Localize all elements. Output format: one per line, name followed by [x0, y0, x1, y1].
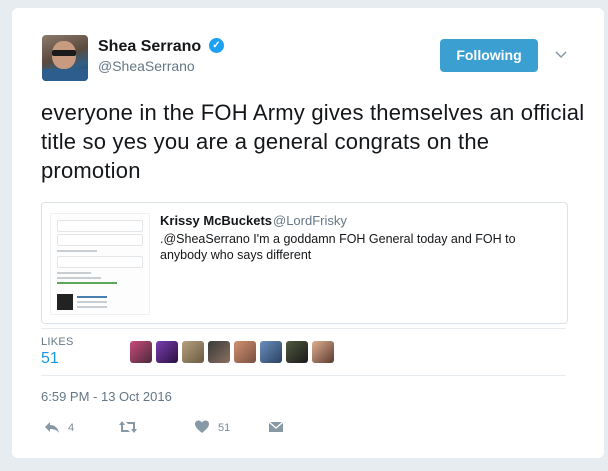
divider	[41, 328, 566, 329]
direct-message-icon	[268, 421, 284, 432]
tweet-text: everyone in the FOH Army gives themselve…	[41, 100, 585, 183]
reply-count: 4	[68, 422, 75, 434]
like-button[interactable]: 51	[194, 419, 240, 437]
liker-avatar[interactable]	[156, 341, 178, 363]
direct-message-button[interactable]	[268, 419, 288, 437]
divider	[41, 375, 566, 376]
like-count: 51	[218, 422, 231, 434]
liker-avatar[interactable]	[130, 341, 152, 363]
heart-icon	[195, 420, 209, 433]
reply-icon	[45, 422, 59, 433]
liker-avatar[interactable]	[182, 341, 204, 363]
chevron-down-icon[interactable]	[554, 47, 568, 61]
quoted-tweet-text: .@SheaSerrano I'm a goddamn FOH General …	[160, 232, 516, 262]
liker-avatar[interactable]	[208, 341, 230, 363]
reply-button[interactable]: 4	[44, 419, 84, 437]
tweet-timestamp[interactable]: 6:59 PM - 13 Oct 2016	[41, 389, 172, 404]
liker-avatar[interactable]	[260, 341, 282, 363]
retweet-icon	[119, 421, 137, 433]
likes-count[interactable]: 51	[41, 350, 59, 368]
tweet-card: Shea Serrano ✓ @SheaSerrano Following ev…	[12, 8, 604, 458]
verified-badge-icon: ✓	[209, 38, 224, 53]
quoted-author-handle[interactable]: @LordFrisky	[273, 213, 347, 228]
author-handle[interactable]: @SheaSerrano	[98, 58, 195, 74]
likes-label: LIKES	[41, 336, 74, 348]
retweet-button[interactable]	[118, 419, 158, 437]
liker-avatar[interactable]	[286, 341, 308, 363]
author-avatar[interactable]	[42, 35, 88, 81]
author-name[interactable]: Shea Serrano	[98, 38, 201, 56]
following-button[interactable]: Following	[440, 39, 538, 72]
quoted-author-name[interactable]: Krissy McBuckets	[160, 213, 272, 228]
liker-avatar[interactable]	[312, 341, 334, 363]
quoted-tweet-image	[50, 213, 150, 315]
liker-avatar[interactable]	[234, 341, 256, 363]
quoted-tweet[interactable]: Krissy McBuckets @LordFrisky .@SheaSerra…	[41, 202, 568, 324]
